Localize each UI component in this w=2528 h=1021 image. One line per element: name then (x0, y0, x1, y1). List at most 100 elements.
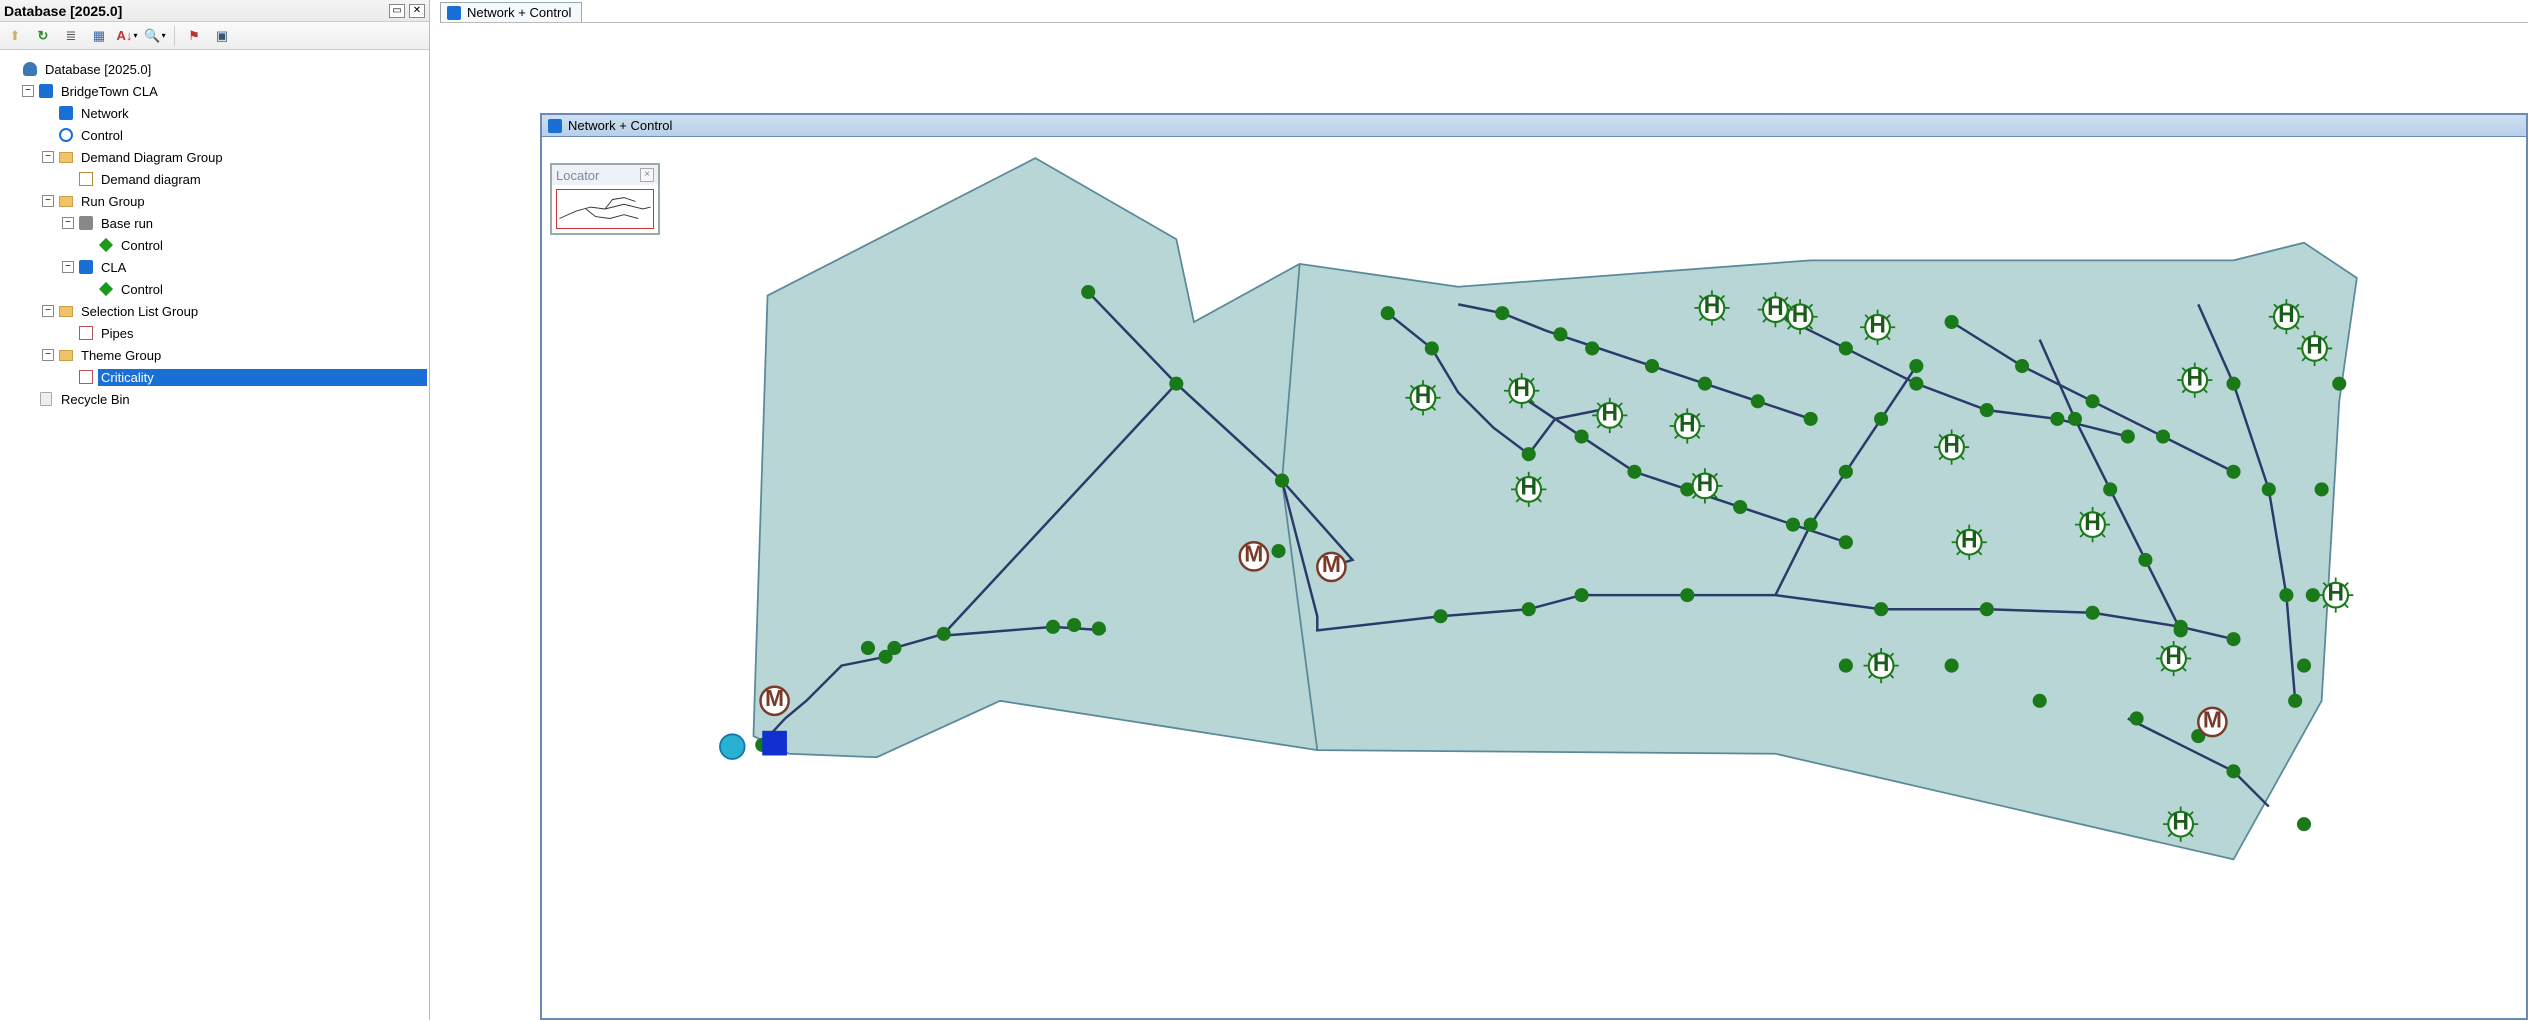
collapse-toggle[interactable]: − (62, 217, 74, 229)
junction-node[interactable] (2050, 412, 2064, 426)
hydrant-node[interactable]: H (1405, 380, 1440, 415)
junction-node[interactable] (1909, 359, 1923, 373)
junction-node[interactable] (1698, 377, 1712, 391)
junction-node[interactable] (1575, 429, 1589, 443)
geoplan-titlebar[interactable]: Network + Control (542, 115, 2526, 137)
junction-node[interactable] (2226, 465, 2240, 479)
junction-node[interactable] (1680, 588, 1694, 602)
tree-selgroup[interactable]: − Selection List Group (2, 300, 427, 322)
junction-node[interactable] (2332, 377, 2346, 391)
tree-root[interactable]: Database [2025.0] (2, 58, 427, 80)
junction-node[interactable] (861, 641, 875, 655)
junction-node[interactable] (2156, 429, 2170, 443)
junction-node[interactable] (1627, 465, 1641, 479)
tab-network-control[interactable]: Network + Control (440, 2, 582, 22)
junction-node[interactable] (1980, 602, 1994, 616)
junction-node[interactable] (1425, 341, 1439, 355)
junction-node[interactable] (2288, 694, 2302, 708)
hydrant-node[interactable]: H (1952, 525, 1987, 560)
junction-node[interactable] (1786, 518, 1800, 532)
junction-node[interactable] (1046, 620, 1060, 634)
junction-node[interactable] (2138, 553, 2152, 567)
hydrant-node[interactable]: H (2075, 507, 2110, 542)
collapse-toggle[interactable]: − (42, 151, 54, 163)
tree-cla-control[interactable]: Control (2, 278, 427, 300)
junction-node[interactable] (2086, 394, 2100, 408)
panel-close-button[interactable]: ✕ (409, 4, 425, 18)
junction-node[interactable] (937, 627, 951, 641)
collapse-toggle[interactable]: − (22, 85, 34, 97)
meter-node[interactable]: M (1317, 551, 1345, 581)
toolbar-refresh-button[interactable]: ↻ (32, 25, 54, 47)
tree-baserun-control[interactable]: Control (2, 234, 427, 256)
junction-node[interactable] (1092, 622, 1106, 636)
junction-node[interactable] (2174, 620, 2188, 634)
junction-node[interactable] (1081, 285, 1095, 299)
junction-node[interactable] (2262, 482, 2276, 496)
tree-bridgetown[interactable]: − BridgeTown CLA (2, 80, 427, 102)
tree-dd[interactable]: Demand diagram (2, 168, 427, 190)
junction-node[interactable] (2279, 588, 2293, 602)
junction-node[interactable] (2226, 632, 2240, 646)
junction-node[interactable] (1522, 447, 1536, 461)
collapse-toggle[interactable]: − (42, 305, 54, 317)
hydrant-node[interactable]: H (1670, 408, 1705, 443)
locator-header[interactable]: Locator × (552, 165, 658, 185)
hydrant-node[interactable]: H (1864, 648, 1899, 683)
junction-node[interactable] (2086, 606, 2100, 620)
junction-node[interactable] (1645, 359, 1659, 373)
tree-network[interactable]: Network (2, 102, 427, 124)
locator-minimap[interactable] (556, 189, 654, 229)
toolbar-find-button[interactable]: 🔍▾ (144, 25, 166, 47)
hydrant-node[interactable]: H (2269, 299, 2304, 334)
geoplan-window[interactable]: Network + Control Locator × (540, 113, 2528, 1020)
junction-node[interactable] (1733, 500, 1747, 514)
hydrant-node[interactable]: H (2163, 807, 2198, 842)
collapse-toggle[interactable]: − (42, 349, 54, 361)
hydrant-node[interactable]: H (2156, 641, 2191, 676)
tree-pipes[interactable]: Pipes (2, 322, 427, 344)
toolbar-back-button[interactable]: ⬆ (4, 25, 26, 47)
junction-node[interactable] (2315, 482, 2329, 496)
junction-node[interactable] (2130, 711, 2144, 725)
hydrant-node[interactable]: H (1511, 472, 1546, 507)
hydrant-node[interactable]: H (1782, 299, 1817, 334)
hydrant-node[interactable]: H (2177, 363, 2212, 398)
junction-node[interactable] (2033, 694, 2047, 708)
junction-node[interactable] (2226, 377, 2240, 391)
hydrant-node[interactable]: H (1687, 468, 1722, 503)
junction-node[interactable] (1495, 306, 1509, 320)
tree-themegroup[interactable]: − Theme Group (2, 344, 427, 366)
junction-node[interactable] (1067, 618, 1081, 632)
junction-node[interactable] (2015, 359, 2029, 373)
junction-node[interactable] (1804, 412, 1818, 426)
panel-restore-button[interactable]: ▭ (389, 4, 405, 18)
junction-node[interactable] (1839, 535, 1853, 549)
junction-node[interactable] (2297, 817, 2311, 831)
tree-criticality[interactable]: Criticality (2, 366, 427, 388)
hydrant-node[interactable]: H (1758, 292, 1793, 327)
junction-node[interactable] (1874, 412, 1888, 426)
junction-node[interactable] (1434, 609, 1448, 623)
hydrant-node[interactable]: H (2318, 578, 2353, 613)
toolbar-flag-button[interactable]: ⚑ (183, 25, 205, 47)
junction-node[interactable] (2226, 764, 2240, 778)
junction-node[interactable] (1980, 403, 1994, 417)
junction-node[interactable] (1585, 341, 1599, 355)
junction-node[interactable] (2068, 412, 2082, 426)
hydrant-node[interactable]: H (1934, 429, 1969, 464)
junction-node[interactable] (2306, 588, 2320, 602)
junction-node[interactable] (1381, 306, 1395, 320)
tree-control[interactable]: Control (2, 124, 427, 146)
meter-node[interactable]: M (760, 685, 788, 715)
junction-node[interactable] (1522, 602, 1536, 616)
junction-node[interactable] (1553, 327, 1567, 341)
tree-ddg[interactable]: − Demand Diagram Group (2, 146, 427, 168)
toolbar-windows-button[interactable]: ▣ (211, 25, 233, 47)
junction-node[interactable] (1804, 518, 1818, 532)
meter-node[interactable]: M (2198, 706, 2226, 736)
junction-node[interactable] (1839, 341, 1853, 355)
hydrant-node[interactable]: H (2297, 331, 2332, 366)
hydrant-node[interactable]: H (1592, 398, 1627, 433)
junction-node[interactable] (1839, 659, 1853, 673)
